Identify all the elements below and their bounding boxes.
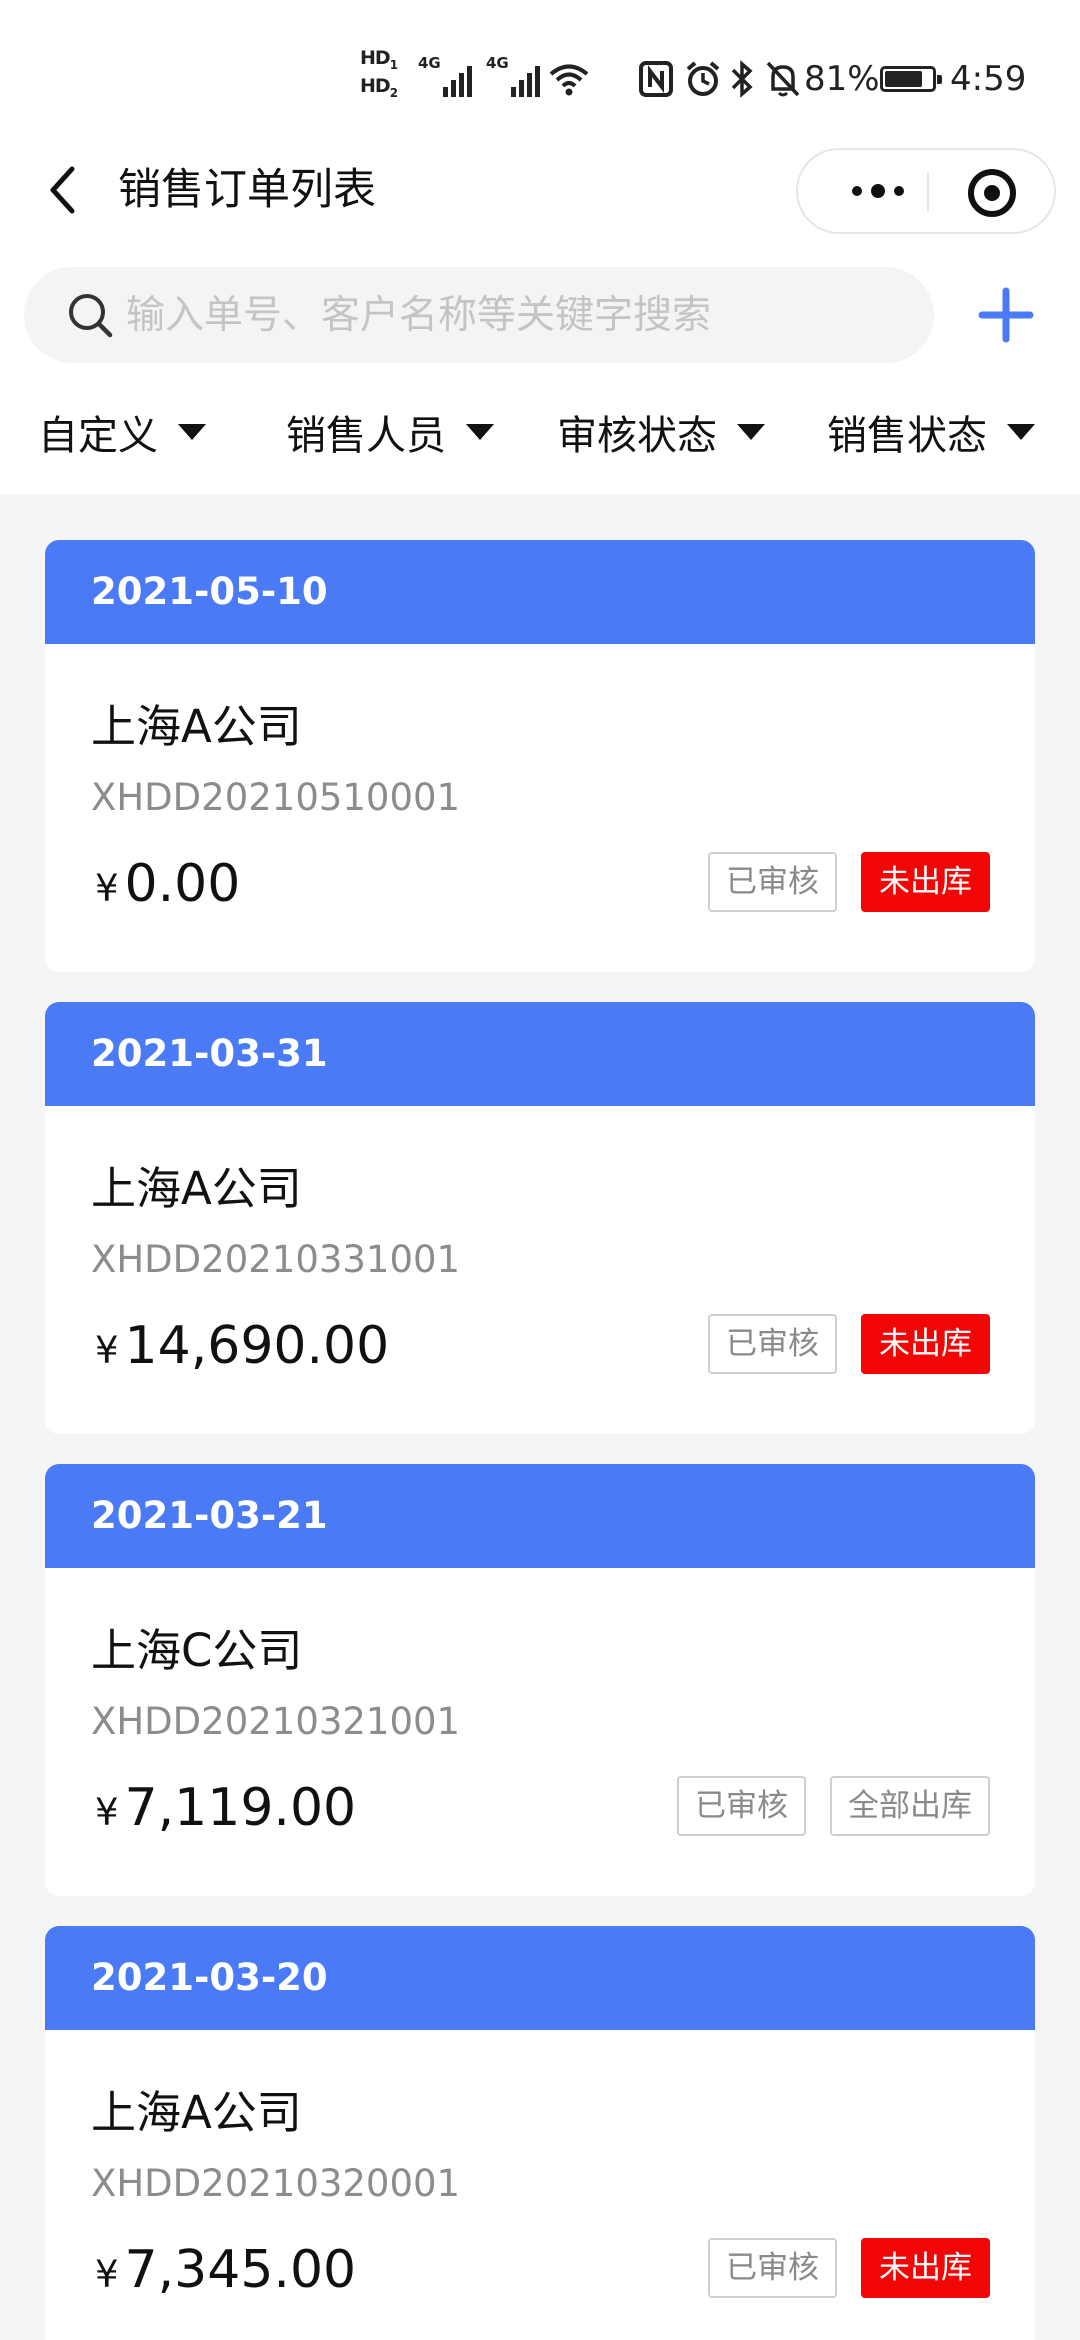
page-title: 销售订单列表: [118, 165, 376, 215]
audit-status-badge: 已审核: [708, 2238, 837, 2298]
order-date: 2021-03-20: [45, 1926, 1035, 2030]
customer-name: 上海A公司: [91, 1162, 302, 1215]
caret-down-icon: [466, 424, 494, 440]
filter-custom[interactable]: 自定义: [38, 402, 206, 462]
currency-symbol: ¥: [95, 1329, 119, 1372]
order-number: XHDD20210331001: [91, 1238, 461, 1281]
currency-symbol: ¥: [95, 2253, 119, 2296]
hd-indicator-icon: HD1 HD2: [360, 47, 398, 100]
order-date: 2021-03-31: [45, 1002, 1035, 1106]
search-input[interactable]: [126, 267, 916, 363]
customer-name: 上海C公司: [91, 1624, 303, 1677]
mute-icon: [764, 54, 802, 104]
caret-down-icon: [1007, 424, 1035, 440]
more-button[interactable]: [838, 171, 918, 211]
order-number: XHDD20210320001: [91, 2162, 461, 2205]
order-amount: ¥ 7,119.00: [95, 1778, 356, 1838]
caret-down-icon: [178, 424, 206, 440]
plus-icon: [978, 287, 1034, 343]
stock-status-badge: 未出库: [861, 852, 990, 912]
status-bar: HD1 HD2 4G 4G 81% 4:59: [0, 0, 1080, 140]
amount-value: 7,345.00: [124, 2240, 357, 2300]
search-box: [24, 267, 934, 363]
currency-symbol: ¥: [95, 867, 119, 910]
close-button[interactable]: [968, 169, 1016, 217]
filter-salesperson[interactable]: 销售人员: [286, 402, 494, 462]
amount-value: 7,119.00: [124, 1778, 357, 1838]
battery-percent: 81%: [804, 59, 880, 99]
amount-value: 0.00: [124, 854, 241, 914]
filter-audit-status[interactable]: 审核状态: [557, 402, 765, 462]
order-amount: ¥ 0.00: [95, 854, 240, 914]
mini-program-capsule: [796, 148, 1056, 234]
capsule-divider: [927, 172, 929, 212]
order-list: 2021-05-10 上海A公司 XHDD20210510001 ¥ 0.00 …: [45, 540, 1035, 2340]
audit-status-badge: 已审核: [708, 852, 837, 912]
audit-status-badge: 已审核: [708, 1314, 837, 1374]
customer-name: 上海A公司: [91, 2086, 302, 2139]
stock-status-badge: 未出库: [861, 1314, 990, 1374]
filter-label: 销售人员: [286, 413, 446, 459]
back-button[interactable]: [32, 160, 92, 220]
filter-label: 销售状态: [827, 413, 987, 459]
amount-value: 14,690.00: [124, 1316, 390, 1376]
battery-icon: [880, 54, 942, 104]
filter-label: 审核状态: [557, 413, 717, 459]
customer-name: 上海A公司: [91, 700, 302, 753]
add-order-button[interactable]: [978, 284, 1034, 346]
signal-icon: 4G: [418, 54, 472, 104]
order-card[interactable]: 2021-05-10 上海A公司 XHDD20210510001 ¥ 0.00 …: [45, 540, 1035, 972]
order-amount: ¥ 14,690.00: [95, 1316, 389, 1376]
order-number: XHDD20210321001: [91, 1700, 461, 1743]
audit-status-badge: 已审核: [677, 1776, 806, 1836]
order-card[interactable]: 2021-03-31 上海A公司 XHDD20210331001 ¥ 14,69…: [45, 1002, 1035, 1434]
order-number: XHDD20210510001: [91, 776, 461, 819]
search-icon: [69, 294, 113, 338]
bluetooth-icon: [728, 54, 756, 104]
more-icon: [852, 186, 862, 196]
currency-symbol: ¥: [95, 1791, 119, 1834]
order-amount: ¥ 7,345.00: [95, 2240, 356, 2300]
chevron-left-icon: [50, 166, 75, 214]
signal-icon-2: 4G: [486, 54, 540, 104]
stock-status-badge: 未出库: [861, 2238, 990, 2298]
order-card[interactable]: 2021-03-20 上海A公司 XHDD20210320001 ¥ 7,345…: [45, 1926, 1035, 2340]
nfc-icon: [638, 54, 674, 104]
header-area: HD1 HD2 4G 4G 81% 4:59 销售订单列表 输入单号、客户名称等…: [0, 0, 1080, 494]
close-target-icon: [984, 185, 1000, 201]
order-date: 2021-03-21: [45, 1464, 1035, 1568]
filter-label: 自定义: [38, 413, 158, 459]
stock-status-badge: 全部出库: [830, 1776, 990, 1836]
order-card[interactable]: 2021-03-21 上海C公司 XHDD20210321001 ¥ 7,119…: [45, 1464, 1035, 1896]
order-date: 2021-05-10: [45, 540, 1035, 644]
caret-down-icon: [737, 424, 765, 440]
wifi-icon: [548, 54, 590, 104]
alarm-icon: [684, 54, 722, 104]
clock: 4:59: [950, 59, 1027, 99]
filter-sales-status[interactable]: 销售状态: [827, 402, 1035, 462]
